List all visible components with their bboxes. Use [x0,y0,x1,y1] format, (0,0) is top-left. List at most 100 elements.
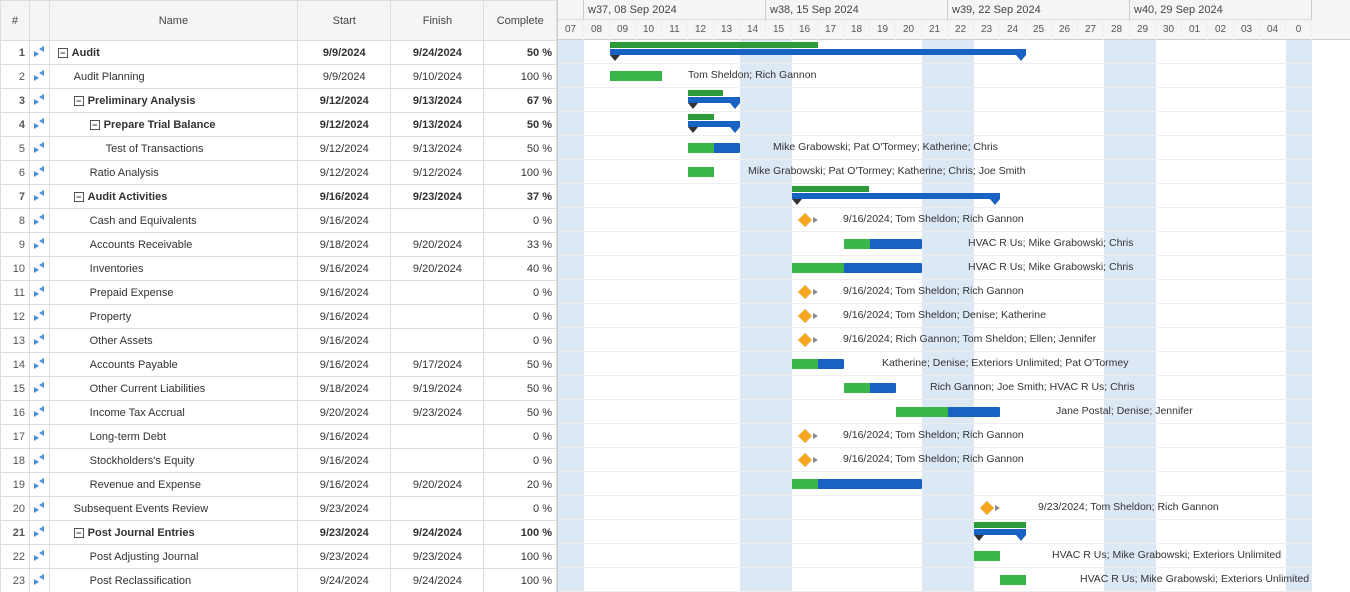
task-finish[interactable]: 9/17/2024 [391,353,484,377]
table-row[interactable]: 16Income Tax Accrual9/20/20249/23/202450… [1,401,557,425]
task-name-cell[interactable]: Other Current Liabilities [49,377,297,401]
task-finish[interactable]: 9/23/2024 [391,545,484,569]
task-name-cell[interactable]: Test of Transactions [49,137,297,161]
task-name-cell[interactable]: Accounts Receivable [49,233,297,257]
table-row[interactable]: 15Other Current Liabilities9/18/20249/19… [1,377,557,401]
task-finish[interactable]: 9/23/2024 [391,185,484,209]
table-row[interactable]: 12Property9/16/20240 % [1,305,557,329]
gantt-row[interactable] [558,520,1312,544]
table-row[interactable]: 21−Post Journal Entries9/23/20249/24/202… [1,521,557,545]
gantt-row[interactable]: Jane Postal; Denise; Jennifer [558,400,1312,424]
task-complete[interactable]: 0 % [484,329,557,353]
task-start[interactable]: 9/18/2024 [298,377,391,401]
task-start[interactable]: 9/12/2024 [298,89,391,113]
table-row[interactable]: 13Other Assets9/16/20240 % [1,329,557,353]
summary-bar[interactable] [688,97,740,103]
task-start[interactable]: 9/12/2024 [298,137,391,161]
gantt-row[interactable] [558,88,1312,112]
task-complete[interactable]: 0 % [484,305,557,329]
table-row[interactable]: 4−Prepare Trial Balance9/12/20249/13/202… [1,113,557,137]
table-row[interactable]: 20Subsequent Events Review9/23/20240 % [1,497,557,521]
gantt-row[interactable] [558,184,1312,208]
milestone-icon[interactable] [798,453,812,467]
gantt-row[interactable]: 9/16/2024; Tom Sheldon; Rich Gannon [558,208,1312,232]
task-bar[interactable] [792,359,844,369]
table-row[interactable]: 7−Audit Activities9/16/20249/23/202437 % [1,185,557,209]
task-start[interactable]: 9/23/2024 [298,497,391,521]
table-row[interactable]: 14Accounts Payable9/16/20249/17/202450 % [1,353,557,377]
table-row[interactable]: 9Accounts Receivable9/18/20249/20/202433… [1,233,557,257]
task-finish[interactable]: 9/20/2024 [391,257,484,281]
gantt-row[interactable]: HVAC R Us; Mike Grabowski; Exteriors Unl… [558,568,1312,592]
task-finish[interactable]: 9/10/2024 [391,65,484,89]
table-row[interactable]: 11Prepaid Expense9/16/20240 % [1,281,557,305]
gantt-row[interactable]: 9/16/2024; Rich Gannon; Tom Sheldon; Ell… [558,328,1312,352]
task-name-cell[interactable]: Subsequent Events Review [49,497,297,521]
task-name-cell[interactable]: Revenue and Expense [49,473,297,497]
table-row[interactable]: 1−Audit9/9/20249/24/202450 % [1,41,557,65]
gantt-row[interactable]: HVAC R Us; Mike Grabowski; Chris [558,232,1312,256]
milestone-icon[interactable] [798,285,812,299]
task-finish[interactable] [391,329,484,353]
collapse-toggle-icon[interactable]: − [58,48,68,58]
task-name-cell[interactable]: −Preliminary Analysis [49,89,297,113]
col-header-finish[interactable]: Finish [391,1,484,41]
task-finish[interactable]: 9/13/2024 [391,137,484,161]
task-complete[interactable]: 100 % [484,545,557,569]
task-name-cell[interactable]: Other Assets [49,329,297,353]
task-complete[interactable]: 37 % [484,185,557,209]
task-name-cell[interactable]: Cash and Equivalents [49,209,297,233]
task-start[interactable]: 9/16/2024 [298,185,391,209]
task-bar[interactable] [792,479,922,489]
task-name-cell[interactable]: Post Adjusting Journal [49,545,297,569]
task-complete[interactable]: 100 % [484,65,557,89]
milestone-icon[interactable] [798,429,812,443]
gantt-row[interactable]: Mike Grabowski; Pat O'Tormey; Katherine;… [558,136,1312,160]
task-name-cell[interactable]: Accounts Payable [49,353,297,377]
task-finish[interactable]: 9/12/2024 [391,161,484,185]
task-start[interactable]: 9/12/2024 [298,113,391,137]
task-bar[interactable] [896,407,1000,417]
collapse-toggle-icon[interactable]: − [90,120,100,130]
task-finish[interactable]: 9/19/2024 [391,377,484,401]
task-finish[interactable] [391,425,484,449]
gantt-pane[interactable]: w37, 08 Sep 2024w38, 15 Sep 2024w39, 22 … [558,0,1350,592]
table-row[interactable]: 2Audit Planning9/9/20249/10/2024100 % [1,65,557,89]
gantt-row[interactable]: 9/16/2024; Tom Sheldon; Rich Gannon [558,280,1312,304]
col-header-name[interactable]: Name [49,1,297,41]
task-name-cell[interactable]: −Audit Activities [49,185,297,209]
task-complete[interactable]: 50 % [484,137,557,161]
col-header-complete[interactable]: Complete [484,1,557,41]
col-header-start[interactable]: Start [298,1,391,41]
summary-bar[interactable] [792,193,1000,199]
summary-bar[interactable] [974,529,1026,535]
task-name-cell[interactable]: Post Reclassification [49,569,297,592]
task-finish[interactable]: 9/20/2024 [391,473,484,497]
milestone-icon[interactable] [798,333,812,347]
task-start[interactable]: 9/23/2024 [298,521,391,545]
task-complete[interactable]: 0 % [484,281,557,305]
task-name-cell[interactable]: −Prepare Trial Balance [49,113,297,137]
task-complete[interactable]: 67 % [484,89,557,113]
task-complete[interactable]: 100 % [484,521,557,545]
task-complete[interactable]: 0 % [484,497,557,521]
task-start[interactable]: 9/12/2024 [298,161,391,185]
task-start[interactable]: 9/24/2024 [298,569,391,592]
task-finish[interactable] [391,281,484,305]
task-name-cell[interactable]: −Post Journal Entries [49,521,297,545]
task-name-cell[interactable]: Prepaid Expense [49,281,297,305]
col-header-num[interactable]: # [1,1,30,41]
task-complete[interactable]: 0 % [484,209,557,233]
task-name-cell[interactable]: −Audit [49,41,297,65]
gantt-row[interactable]: Rich Gannon; Joe Smith; HVAC R Us; Chris [558,376,1312,400]
task-start[interactable]: 9/23/2024 [298,545,391,569]
task-complete[interactable]: 100 % [484,161,557,185]
task-bar[interactable] [792,263,922,273]
task-complete[interactable]: 50 % [484,377,557,401]
task-name-cell[interactable]: Income Tax Accrual [49,401,297,425]
task-start[interactable]: 9/16/2024 [298,257,391,281]
summary-bar[interactable] [688,121,740,127]
task-complete[interactable]: 50 % [484,401,557,425]
task-complete[interactable]: 0 % [484,425,557,449]
table-row[interactable]: 5Test of Transactions9/12/20249/13/20245… [1,137,557,161]
